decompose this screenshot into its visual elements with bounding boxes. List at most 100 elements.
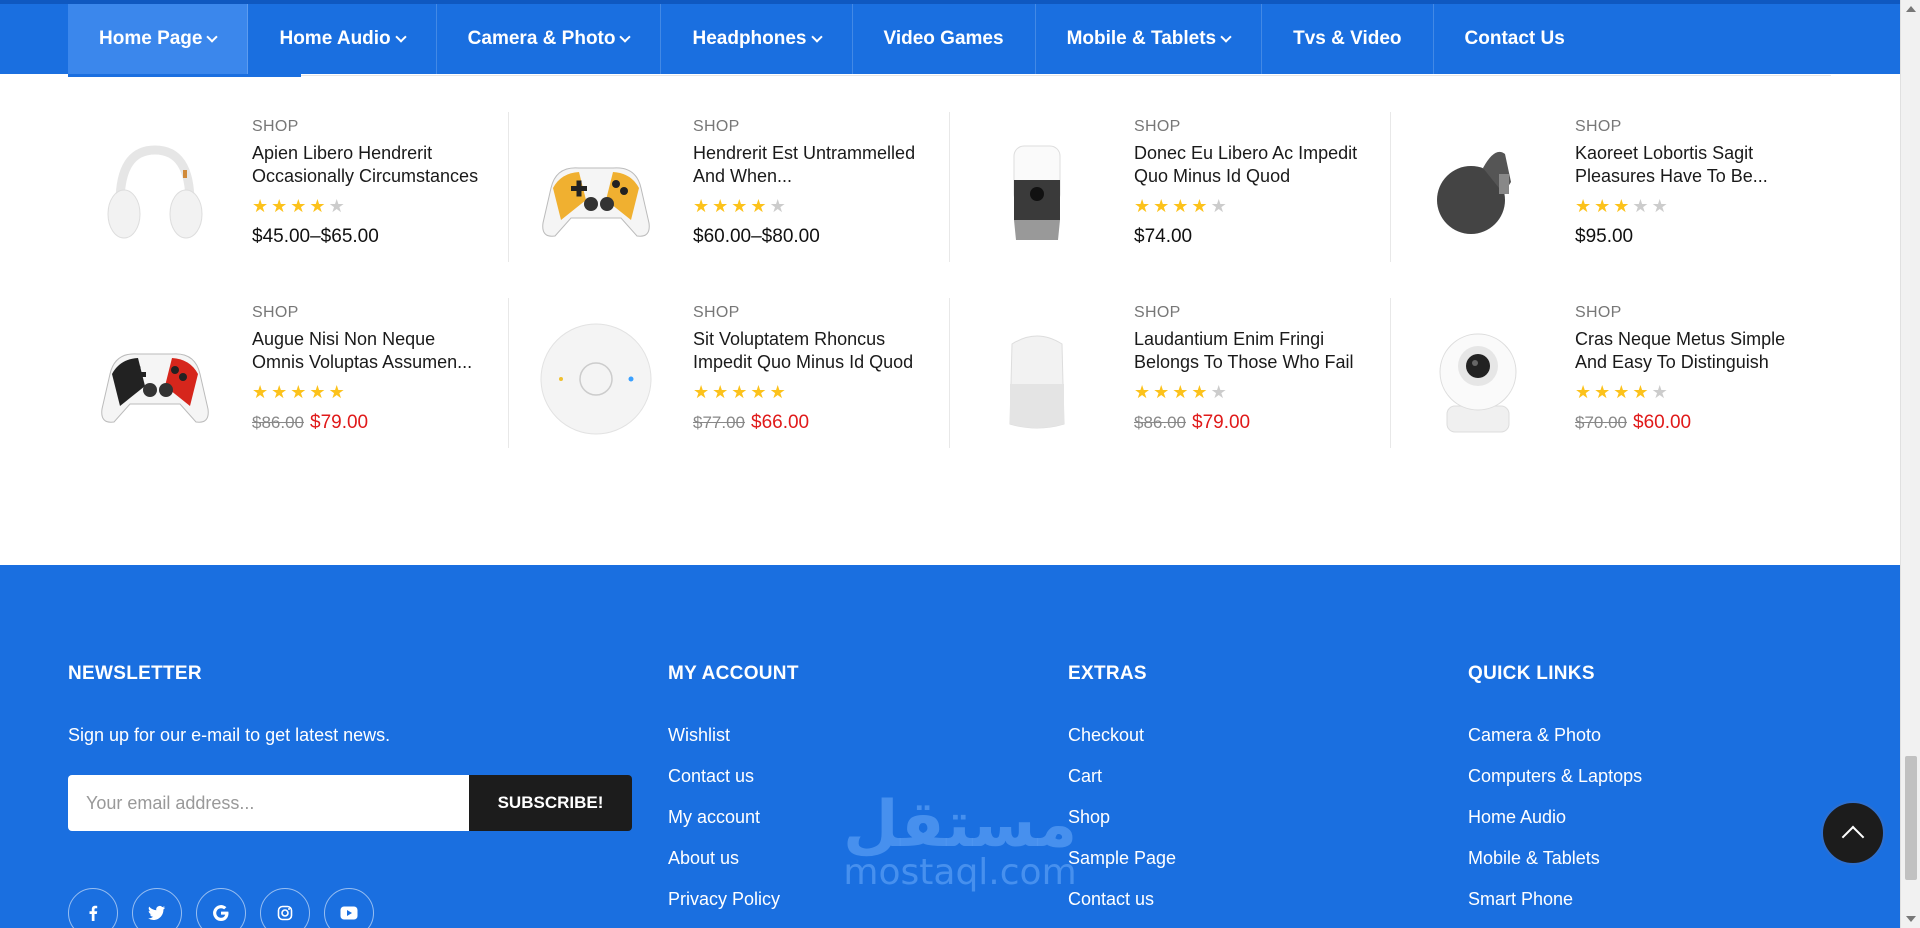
product-card: SHOP Apien Libero Hendrerit Occasionally …: [68, 112, 509, 262]
nav-menu: Home Page Home Audio Camera & Photo Headpho…: [68, 4, 1596, 74]
footer-link-mobile-and-tablets[interactable]: Mobile & Tablets: [1468, 848, 1642, 889]
page-scrollbar[interactable]: [1900, 0, 1920, 928]
chevron-up-icon: [1841, 825, 1865, 849]
game-controller-image[interactable]: [531, 128, 661, 258]
star-icon: ★: [1172, 196, 1189, 216]
chevron-down-icon: [1220, 30, 1232, 43]
google-home-image[interactable]: [972, 314, 1102, 444]
nav-item-tvs-and-video[interactable]: Tvs & Video: [1262, 4, 1434, 74]
google-icon[interactable]: [196, 888, 246, 928]
product-title[interactable]: Augue Nisi Non Neque Omnis Voluptas Assu…: [252, 328, 492, 374]
my-account-links: Wishlist Contact us My account About us Priv…: [668, 725, 799, 928]
product-price: $74.00: [1134, 226, 1374, 248]
footer-link-contact-us[interactable]: Contact us: [668, 766, 799, 807]
nav-divider: [301, 75, 1831, 76]
star-icon: ★: [290, 382, 307, 402]
smart-speaker-image[interactable]: [972, 128, 1102, 258]
sale-price: $60.00: [1633, 412, 1692, 433]
star-icon: ★: [1153, 382, 1170, 402]
product-title[interactable]: Kaoreet Lobortis Sagit Pleasures Have To…: [1575, 142, 1815, 188]
facebook-icon[interactable]: [68, 888, 118, 928]
product-category[interactable]: SHOP: [693, 118, 933, 136]
footer-link-computers-and-laptops[interactable]: Computers & Laptops: [1468, 766, 1642, 807]
footer-link-checkout[interactable]: Checkout: [1068, 725, 1176, 766]
newsletter-form: SUBSCRIBE!: [68, 775, 632, 831]
footer-link-camera-and-photo[interactable]: Camera & Photo: [1468, 725, 1642, 766]
footer-link-privacy-policy[interactable]: Privacy Policy: [668, 889, 799, 928]
my-account-heading: MY ACCOUNT: [668, 663, 799, 684]
chevron-down-icon: [395, 30, 407, 43]
product-category[interactable]: SHOP: [693, 304, 933, 322]
product-price: $86.00 $79.00: [1134, 412, 1374, 434]
footer-link-wishlist[interactable]: Wishlist: [668, 725, 799, 766]
product-category[interactable]: SHOP: [1575, 118, 1815, 136]
product-category[interactable]: SHOP: [252, 304, 492, 322]
star-icon: ★: [1613, 196, 1630, 216]
footer-link-cart[interactable]: Cart: [1068, 766, 1176, 807]
product-category[interactable]: SHOP: [1134, 304, 1374, 322]
footer-link-smart-phone[interactable]: Smart Phone: [1468, 889, 1642, 928]
product-rating: ★ ★ ★ ★ ★: [252, 382, 492, 402]
product-grid: SHOP Apien Libero Hendrerit Occasionally …: [68, 112, 1832, 452]
headphones-image[interactable]: [90, 128, 220, 258]
product-title[interactable]: Laudantium Enim Fringi Belongs To Those …: [1134, 328, 1374, 374]
nav-item-contact-us[interactable]: Contact Us: [1434, 4, 1596, 74]
nav-item-headphones[interactable]: Headphones: [661, 4, 853, 74]
footer-link-contact-us[interactable]: Contact us: [1068, 889, 1176, 928]
product-title[interactable]: Hendrerit Est Untrammelled And When...: [693, 142, 933, 188]
star-icon: ★: [309, 196, 326, 216]
product-category[interactable]: SHOP: [1575, 304, 1815, 322]
star-icon: ★: [1594, 382, 1611, 402]
extras-heading: EXTRAS: [1068, 663, 1147, 684]
footer-link-shop[interactable]: Shop: [1068, 807, 1176, 848]
nav-item-home-audio[interactable]: Home Audio: [248, 4, 437, 74]
nav-item-home-page[interactable]: Home Page: [68, 4, 249, 74]
scroll-down-arrow[interactable]: [1906, 916, 1916, 922]
product-info: SHOP Laudantium Enim Fringi Belongs To Th…: [1134, 304, 1374, 434]
twitter-icon[interactable]: [132, 888, 182, 928]
subscribe-button[interactable]: SUBSCRIBE!: [469, 775, 632, 831]
current-price: $45.00–$65.00: [252, 226, 379, 247]
security-camera-image[interactable]: [1413, 314, 1543, 444]
email-input[interactable]: [68, 775, 469, 831]
scrollbar-thumb[interactable]: [1905, 756, 1917, 880]
product-title[interactable]: Apien Libero Hendrerit Occasionally Circ…: [252, 142, 492, 188]
footer-link-about-us[interactable]: About us: [668, 848, 799, 889]
product-category[interactable]: SHOP: [252, 118, 492, 136]
scroll-up-arrow[interactable]: [1906, 6, 1916, 12]
nav-item-label: Contact Us: [1464, 28, 1565, 49]
nav-item-label: Video Games: [883, 28, 1004, 49]
old-price: $86.00: [1134, 413, 1186, 432]
newsletter-heading: NEWSLETTER: [68, 663, 202, 684]
nav-item-label: Headphones: [692, 28, 807, 49]
star-icon: ★: [712, 382, 729, 402]
sale-price: $79.00: [1192, 412, 1251, 433]
product-card: SHOP Augue Nisi Non Neque Omnis Voluptas …: [68, 298, 509, 448]
footer-link-my-account[interactable]: My account: [668, 807, 799, 848]
nav-item-mobile-and-tablets[interactable]: Mobile & Tablets: [1036, 4, 1263, 74]
chevron-down-icon: [810, 30, 823, 43]
speaker-puck-image[interactable]: [531, 314, 661, 444]
chromecast-image[interactable]: [1413, 128, 1543, 258]
product-category[interactable]: SHOP: [1134, 118, 1374, 136]
game-controller-image[interactable]: [90, 314, 220, 444]
nav-item-video-games[interactable]: Video Games: [853, 4, 1036, 74]
product-card: SHOP Sit Voluptatem Rhoncus Impedit Quo M…: [509, 298, 950, 448]
product-card: SHOP Hendrerit Est Untrammelled And When.…: [509, 112, 950, 262]
chevron-down-icon: [206, 30, 219, 43]
product-rating: ★ ★ ★ ★ ★: [693, 382, 933, 402]
product-title[interactable]: Cras Neque Metus Simple And Easy To Dist…: [1575, 328, 1815, 374]
nav-item-camera-and-photo[interactable]: Camera & Photo: [437, 4, 662, 74]
product-title[interactable]: Sit Voluptatem Rhoncus Impedit Quo Minus…: [693, 328, 933, 374]
footer-link-sample-page[interactable]: Sample Page: [1068, 848, 1176, 889]
scroll-to-top-button[interactable]: [1821, 801, 1885, 865]
product-title[interactable]: Donec Eu Libero Ac Impedit Quo Minus Id …: [1134, 142, 1374, 188]
current-price: $95.00: [1575, 226, 1634, 247]
product-price: $77.00 $66.00: [693, 412, 933, 434]
product-card: SHOP Donec Eu Libero Ac Impedit Quo Minus…: [950, 112, 1391, 262]
star-icon: ★: [731, 382, 748, 402]
youtube-icon[interactable]: [324, 888, 374, 928]
star-icon: ★: [731, 196, 748, 216]
footer-link-home-audio[interactable]: Home Audio: [1468, 807, 1642, 848]
instagram-icon[interactable]: [260, 888, 310, 928]
